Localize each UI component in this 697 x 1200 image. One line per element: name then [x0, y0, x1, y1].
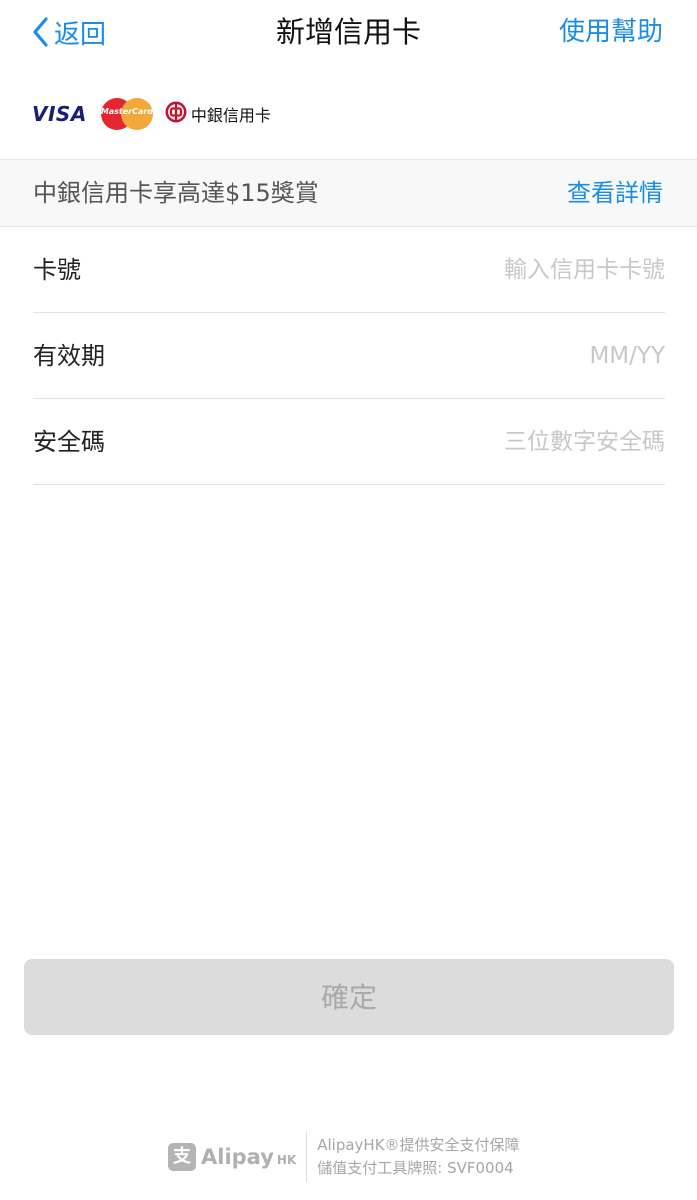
mastercard-text: MasterCard	[100, 107, 154, 116]
visa-logo: VISA	[32, 102, 87, 126]
add-credit-card-page: 返回 新增信用卡 使用幫助 VISA MasterCard 中銀信用卡 中銀信用…	[0, 0, 697, 1200]
card-number-row: 卡號	[33, 227, 665, 313]
back-label: 返回	[54, 19, 107, 50]
boc-logo-text: 中銀信用卡	[190, 106, 271, 125]
mastercard-logo: MasterCard	[100, 98, 154, 130]
confirm-button[interactable]: 確定	[24, 959, 674, 1035]
divider	[33, 484, 665, 485]
expiry-label: 有效期	[33, 342, 105, 370]
footer-text-block: AlipayHK®提供安全支付保障 儲值支付工具牌照: SVF0004	[317, 1134, 519, 1180]
promo-details-link[interactable]: 查看詳情	[567, 160, 663, 226]
alipay-brand-name: Alipay	[201, 1145, 274, 1169]
navigation-bar: 返回 新增信用卡 使用幫助	[0, 0, 697, 66]
footer-license: 儲值支付工具牌照: SVF0004	[317, 1159, 514, 1177]
alipay-icon: 支	[168, 1143, 196, 1171]
footer-security-note: AlipayHK®提供安全支付保障	[317, 1136, 520, 1154]
boc-logo-icon	[165, 101, 187, 127]
expiry-input[interactable]	[305, 333, 665, 379]
card-number-input[interactable]	[305, 247, 665, 293]
expiry-row: 有效期	[33, 313, 665, 399]
security-code-row: 安全碼	[33, 399, 665, 485]
help-link[interactable]: 使用幫助	[559, 12, 663, 52]
back-button[interactable]: 返回	[32, 12, 106, 52]
footer: 支 Alipay HK AlipayHK®提供安全支付保障 儲值支付工具牌照: …	[168, 1130, 520, 1184]
alipay-brand-suffix: HK	[276, 1153, 297, 1167]
security-code-input[interactable]	[305, 419, 665, 465]
boc-credit-card-logo: 中銀信用卡	[165, 101, 271, 127]
alipay-hk-logo: 支 Alipay HK	[168, 1143, 296, 1171]
card-number-label: 卡號	[33, 256, 81, 284]
accepted-cards: VISA MasterCard 中銀信用卡	[32, 96, 271, 132]
chevron-left-icon	[32, 17, 48, 47]
promo-banner: 中銀信用卡享高達$15獎賞 查看詳情	[0, 160, 697, 226]
security-code-label: 安全碼	[33, 428, 105, 456]
footer-divider	[306, 1132, 308, 1182]
promo-text: 中銀信用卡享高達$15獎賞	[33, 179, 319, 207]
